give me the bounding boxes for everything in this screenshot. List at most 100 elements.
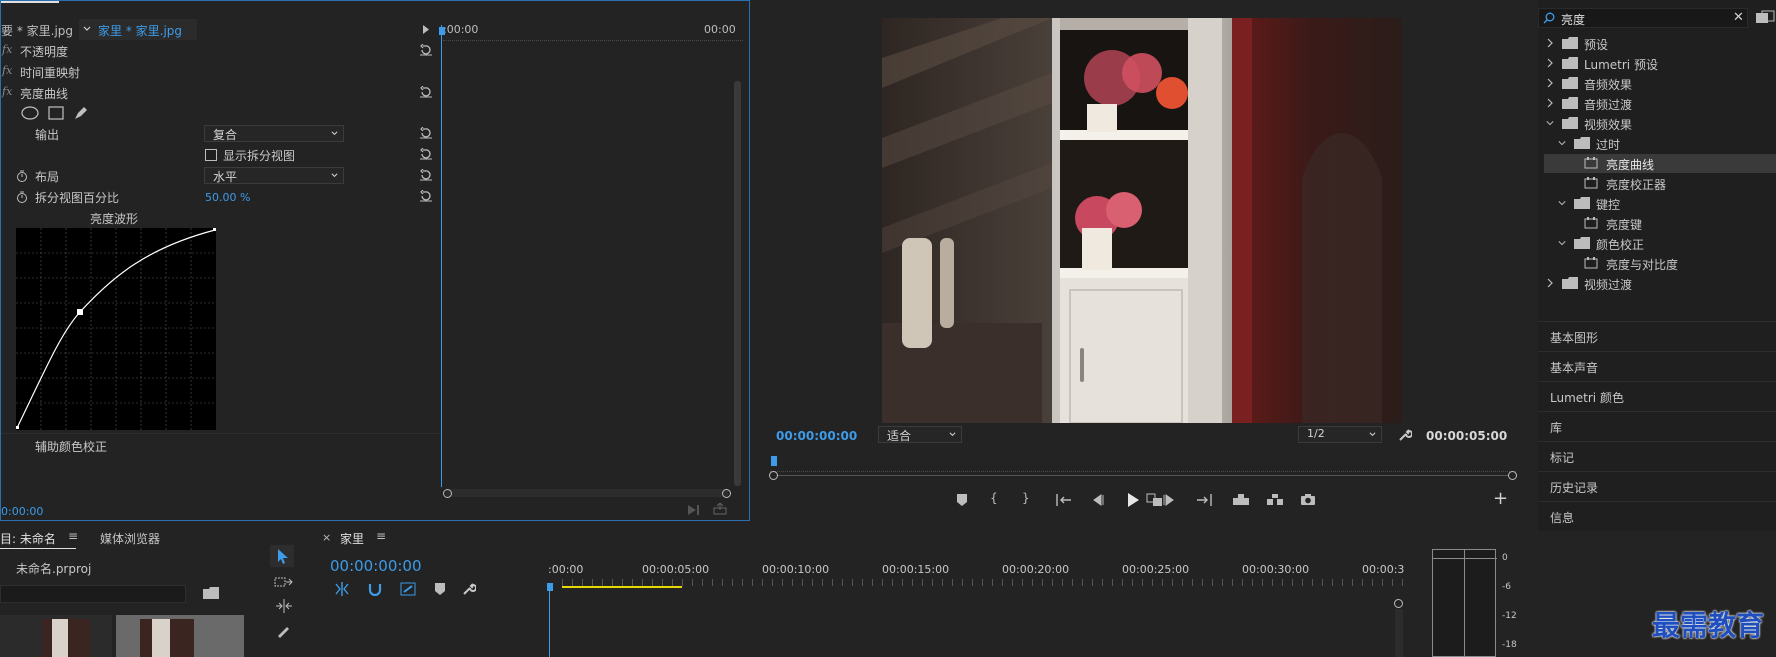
tree-item-color-correction[interactable]: 颜色校正 xyxy=(1538,234,1776,253)
tree-item-video-effects[interactable]: 视频效果 xyxy=(1538,114,1776,133)
opacity-row[interactable]: fx 不透明度 xyxy=(1,40,441,61)
pen-mask-icon[interactable] xyxy=(73,105,89,121)
luma-curve-row[interactable]: fx 亮度曲线 xyxy=(1,82,441,103)
timeline-settings-wrench-icon[interactable] xyxy=(462,582,476,596)
tab-menu-icon[interactable]: ≡ xyxy=(376,529,386,543)
panel-essential-graphics[interactable]: 基本图形 xyxy=(1538,321,1776,351)
wrench-icon[interactable] xyxy=(1398,428,1412,442)
program-ruler[interactable] xyxy=(770,460,1516,472)
add-marker-icon[interactable] xyxy=(956,493,968,507)
ellipse-mask-icon[interactable] xyxy=(21,106,39,120)
tree-item-presets[interactable]: 预设 xyxy=(1538,34,1776,53)
ec-scrollbar[interactable] xyxy=(734,81,741,486)
camera-icon[interactable] xyxy=(1300,493,1316,506)
tree-item-keying[interactable]: 键控 xyxy=(1538,194,1776,213)
zoom-handle-left[interactable] xyxy=(769,471,778,480)
snap-icon[interactable] xyxy=(368,582,382,596)
close-tab-icon[interactable]: × xyxy=(322,531,331,544)
scroll-handle-right[interactable] xyxy=(722,489,731,498)
ec-playhead[interactable] xyxy=(441,25,442,487)
source-clip-tab[interactable]: 要 * 家里.jpg xyxy=(1,22,73,39)
tree-item-video-transitions[interactable]: 视频过渡 xyxy=(1538,274,1776,293)
split-percent-value[interactable]: 50.00 % xyxy=(205,191,250,204)
play-icon[interactable] xyxy=(1126,493,1140,507)
tree-item-luma-corrector[interactable]: 亮度校正器 xyxy=(1538,174,1776,193)
stopwatch-icon[interactable] xyxy=(16,170,28,182)
tree-item-lumetri-presets[interactable]: Lumetri 预设 xyxy=(1538,54,1776,73)
tree-item-brightness-contrast[interactable]: 亮度与对比度 xyxy=(1538,254,1776,273)
media-browser-tab[interactable]: 媒体浏览器 xyxy=(100,530,160,547)
timeline-timecode[interactable]: 00:00:00:00 xyxy=(330,557,422,575)
show-split-checkbox[interactable] xyxy=(205,149,217,161)
panel-markers[interactable]: 标记 xyxy=(1538,441,1776,471)
new-bin-icon[interactable] xyxy=(1754,8,1776,28)
time-remap-row[interactable]: fx 时间重映射 xyxy=(1,61,441,82)
razor-icon[interactable] xyxy=(275,623,291,639)
clear-search-icon[interactable]: ✕ xyxy=(1733,10,1744,25)
timeline-playhead[interactable] xyxy=(549,583,550,657)
new-bin-icon[interactable] xyxy=(203,587,219,599)
play-triangle-icon[interactable] xyxy=(423,25,429,34)
export-icon[interactable] xyxy=(713,503,727,515)
mark-out-icon[interactable]: } xyxy=(1022,491,1030,505)
ec-h-scroll[interactable] xyxy=(446,489,728,497)
reset-icon[interactable] xyxy=(419,44,433,56)
media-thumbnail[interactable] xyxy=(0,615,112,657)
tab-menu-icon[interactable]: ≡ xyxy=(68,529,78,543)
panel-history[interactable]: 历史记录 xyxy=(1538,471,1776,501)
vertical-zoom-handle[interactable] xyxy=(1394,599,1403,608)
project-search-input[interactable] xyxy=(0,585,186,603)
effects-search[interactable]: 亮度 ✕ xyxy=(1538,8,1748,28)
ec-playhead-handle[interactable] xyxy=(439,27,445,35)
linked-selection-icon[interactable] xyxy=(400,582,416,596)
fit-dropdown[interactable]: 适合 xyxy=(878,426,962,443)
panel-lumetri-color[interactable]: Lumetri 颜色 xyxy=(1538,381,1776,411)
stopwatch-icon[interactable] xyxy=(16,191,28,203)
scroll-handle-left[interactable] xyxy=(443,489,452,498)
output-dropdown[interactable]: 复合 xyxy=(204,125,344,142)
curve-control-point[interactable] xyxy=(77,309,83,315)
tree-item-audio-effects[interactable]: 音频效果 xyxy=(1538,74,1776,93)
timeline-vscroll[interactable] xyxy=(1395,609,1403,657)
panel-essential-sound[interactable]: 基本声音 xyxy=(1538,351,1776,381)
program-timecode[interactable]: 00:00:00:00 xyxy=(776,429,857,443)
panel-libraries[interactable]: 库 xyxy=(1538,411,1776,441)
rectangle-mask-icon[interactable] xyxy=(48,106,64,120)
go-to-out-icon[interactable] xyxy=(1196,494,1212,506)
timeline-ruler[interactable]: :00:00 00:00:05:00 00:00:10:00 00:00:15:… xyxy=(548,563,1408,603)
clip-selector[interactable]: 家里 * 家里.jpg xyxy=(79,19,197,40)
media-thumbnail-selected[interactable] xyxy=(116,615,244,657)
mark-in-icon[interactable]: { xyxy=(990,491,998,505)
work-area-bar[interactable] xyxy=(562,586,682,588)
program-zoom-bar[interactable] xyxy=(778,475,1509,476)
project-tab[interactable]: 目: 未命名 xyxy=(0,530,56,547)
nest-icon[interactable] xyxy=(334,582,350,596)
tree-item-luma-key[interactable]: 亮度键 xyxy=(1538,214,1776,233)
lift-icon[interactable] xyxy=(1232,494,1250,506)
track-select-icon[interactable] xyxy=(274,575,294,589)
tree-item-obsolete[interactable]: 过时 xyxy=(1538,134,1776,153)
program-playhead[interactable] xyxy=(771,456,777,466)
step-forward-icon[interactable] xyxy=(1162,494,1176,506)
filter-icon[interactable] xyxy=(688,505,702,515)
add-marker-icon[interactable] xyxy=(434,582,446,596)
panel-info[interactable]: 信息 xyxy=(1538,501,1776,531)
comparison-view-icon[interactable] xyxy=(1146,493,1164,507)
extract-icon[interactable] xyxy=(1266,494,1284,506)
reset-icon[interactable] xyxy=(419,169,433,181)
zoom-handle-right[interactable] xyxy=(1508,471,1517,480)
reset-icon[interactable] xyxy=(419,127,433,139)
go-to-in-icon[interactable] xyxy=(1056,494,1072,506)
resolution-dropdown[interactable]: 1/2 xyxy=(1298,426,1382,443)
reset-icon[interactable] xyxy=(419,86,433,98)
tree-item-audio-transitions[interactable]: 音频过渡 xyxy=(1538,94,1776,113)
ec-current-time[interactable]: 0:00:00 xyxy=(1,505,43,518)
sequence-tab[interactable]: 家里 xyxy=(340,530,364,547)
tree-item-luma-curve[interactable]: 亮度曲线 xyxy=(1544,154,1776,173)
luma-curve-graph[interactable] xyxy=(16,228,216,430)
reset-icon[interactable] xyxy=(419,190,433,202)
reset-icon[interactable] xyxy=(419,148,433,160)
playhead-handle[interactable] xyxy=(547,583,553,591)
step-back-icon[interactable] xyxy=(1091,494,1105,506)
selection-tool[interactable] xyxy=(270,545,294,567)
